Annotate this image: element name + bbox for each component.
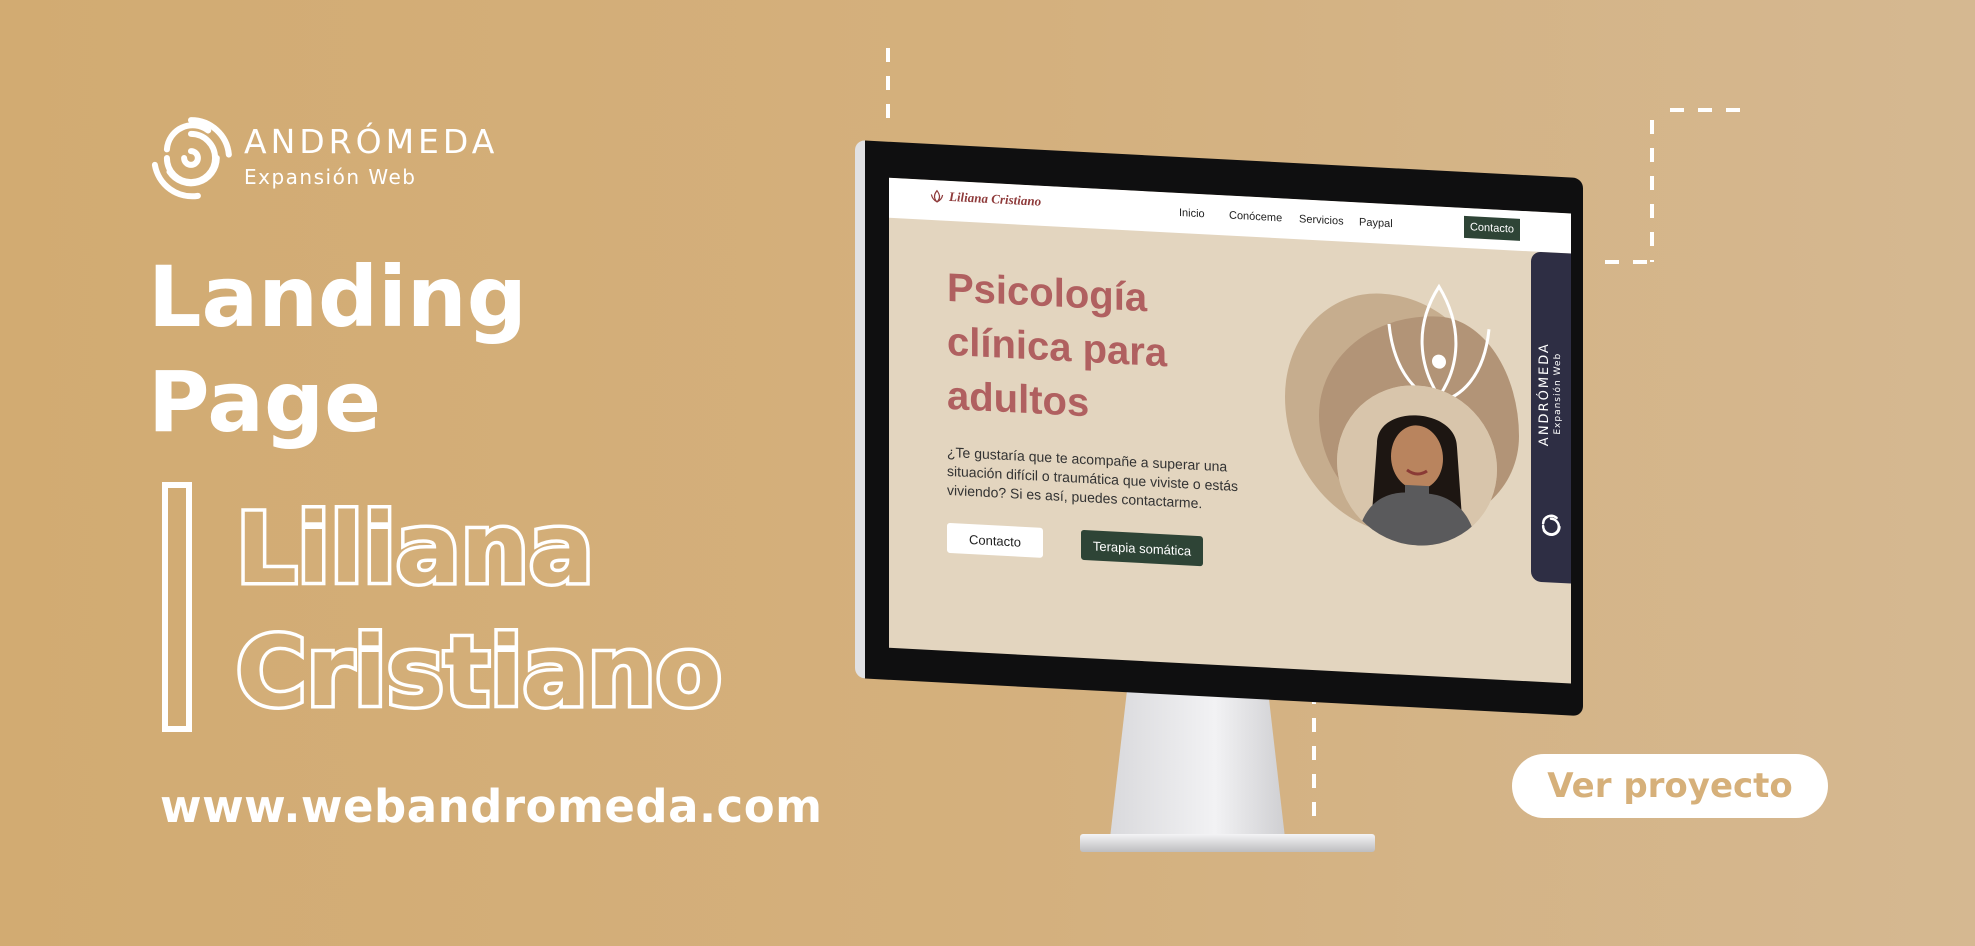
monitor-screen: Liliana Cristiano Inicio Conóceme Servic…: [889, 177, 1571, 684]
brand-tagline: Expansión Web: [244, 165, 417, 189]
monitor-base: [1080, 834, 1375, 852]
hero-title-line2: Page: [148, 353, 382, 451]
monitor-mockup: Liliana Cristiano Inicio Conóceme Servic…: [855, 140, 1585, 723]
spiral-logo-icon: [1541, 514, 1561, 536]
client-name-line2: Cristiano: [233, 613, 726, 732]
screen-intro-text: ¿Te gustaría que te acompañe a superar u…: [947, 443, 1239, 512]
screen-heading: Psicología clínica para adultos: [947, 261, 1167, 435]
screen-nav-logo[interactable]: Liliana Cristiano: [949, 189, 1041, 210]
client-name-line1: Liliana: [233, 490, 598, 609]
spiral-logo-icon: [151, 117, 232, 200]
monitor-stand: [1110, 686, 1285, 838]
screen-side-panel: ANDRÓMEDA Expansión Web: [1531, 251, 1571, 584]
nav-contact-button[interactable]: Contacto: [1464, 215, 1520, 241]
name-accent-bar: [162, 482, 192, 732]
brand-name: ANDRÓMEDA: [244, 122, 499, 161]
nav-item-inicio[interactable]: Inicio: [1179, 207, 1205, 220]
nav-item-conoceme[interactable]: Conóceme: [1229, 210, 1282, 225]
view-project-button[interactable]: Ver proyecto: [1512, 754, 1828, 818]
side-panel-tagline: Expansión Web: [1553, 352, 1563, 435]
lotus-icon: [930, 189, 944, 203]
hero-title: Landing Page: [148, 245, 527, 455]
monitor-bezel: Liliana Cristiano Inicio Conóceme Servic…: [855, 140, 1583, 717]
screen-contact-button[interactable]: Contacto: [947, 522, 1043, 558]
side-panel-brand: ANDRÓMEDA: [1537, 341, 1552, 447]
screen-therapy-button[interactable]: Terapia somática: [1081, 529, 1203, 567]
website-url[interactable]: www.webandromeda.com: [160, 780, 823, 833]
hero-title-line1: Landing: [148, 248, 527, 346]
nav-item-servicios[interactable]: Servicios: [1299, 213, 1344, 227]
nav-item-paypal[interactable]: Paypal: [1359, 216, 1393, 230]
client-name: Liliana Cristiano: [233, 488, 726, 734]
screen-navbar: Liliana Cristiano Inicio Conóceme Servic…: [889, 177, 1571, 254]
